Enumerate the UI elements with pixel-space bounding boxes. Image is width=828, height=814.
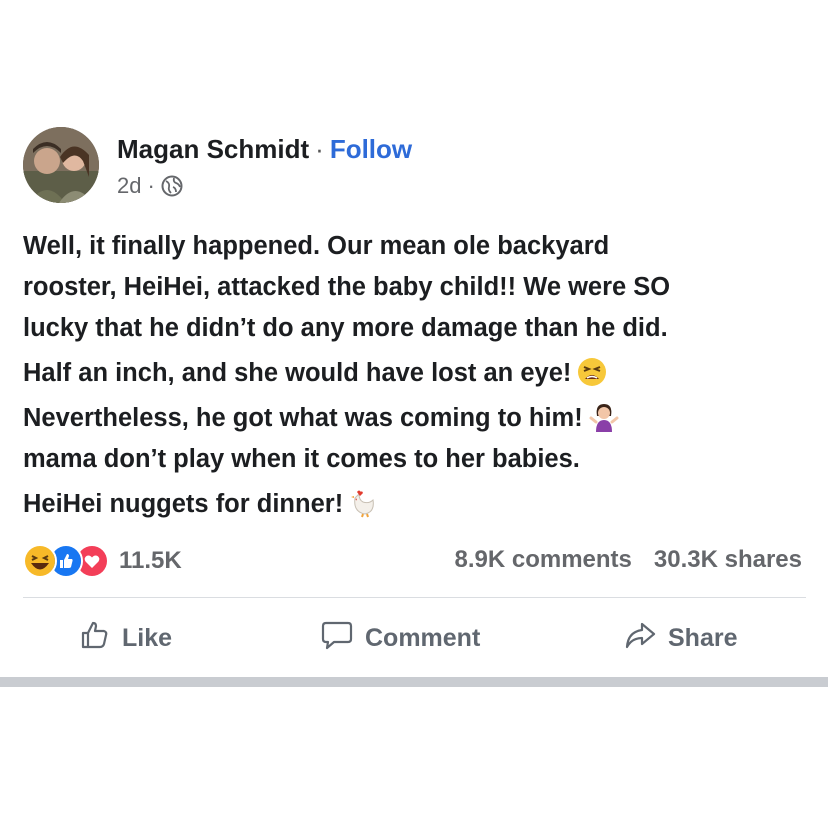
follow-button[interactable]: Follow (330, 134, 412, 164)
comment-label: Comment (365, 623, 481, 652)
globe-icon (161, 175, 183, 197)
post-body: Well, it finally happened. Our mean ole … (23, 226, 813, 525)
share-label: Share (668, 623, 738, 652)
haha-reaction-icon (23, 544, 57, 578)
header-separator: · (315, 134, 324, 164)
post-text-line: rooster, HeiHei, attacked the baby child… (23, 273, 671, 301)
post-text-line-with-emoji: Nevertheless, he got what was coming to … (23, 398, 813, 439)
comment-button[interactable]: Comment (321, 612, 480, 664)
engagement-stats: 8.9K comments 30.3K shares (454, 546, 802, 574)
post-text-line: lucky that he didn’t do any more damage … (23, 314, 668, 342)
reaction-summary[interactable]: 11.5K (23, 544, 182, 578)
comment-bubble-icon (321, 620, 365, 657)
author-name[interactable]: Magan Schmidt (117, 134, 309, 164)
tired-face-emoji (577, 357, 607, 400)
shares-count[interactable]: 30.3K shares (654, 546, 802, 573)
post-text-line: mama don’t play when it comes to her bab… (23, 445, 580, 473)
post-text-line: Nevertheless, he got what was coming to … (23, 404, 583, 432)
post-text-line: Well, it finally happened. Our mean ole … (23, 232, 610, 260)
post-timestamp[interactable]: 2d (117, 173, 141, 199)
post-text-line: HeiHei nuggets for dinner! (23, 490, 344, 518)
post-text-line-with-emoji: HeiHei nuggets for dinner! (23, 484, 813, 525)
share-button[interactable]: Share (624, 612, 737, 664)
post-header: Magan Schmidt · Follow (117, 134, 412, 165)
thumbs-up-icon (80, 620, 122, 657)
like-label: Like (122, 623, 173, 652)
like-button[interactable]: Like (80, 612, 172, 664)
reactions-count[interactable]: 11.5K (119, 547, 182, 575)
rooster-emoji (349, 488, 379, 531)
meta-separator: · (147, 173, 155, 198)
post-text-line: Half an inch, and she would have lost an… (23, 359, 572, 387)
author-avatar[interactable] (23, 127, 99, 203)
post-actions: Like Comment Share (0, 612, 828, 664)
post-bottom-border (0, 677, 828, 687)
comments-count[interactable]: 8.9K comments (454, 546, 631, 573)
facebook-post: Magan Schmidt · Follow 2d · Well, it final… (0, 0, 828, 814)
woman-shrugging-emoji (589, 402, 619, 445)
post-text-line-with-emoji: Half an inch, and she would have lost an… (23, 353, 813, 394)
divider (23, 597, 806, 598)
post-meta: 2d · (117, 173, 183, 199)
share-arrow-icon (624, 620, 668, 657)
